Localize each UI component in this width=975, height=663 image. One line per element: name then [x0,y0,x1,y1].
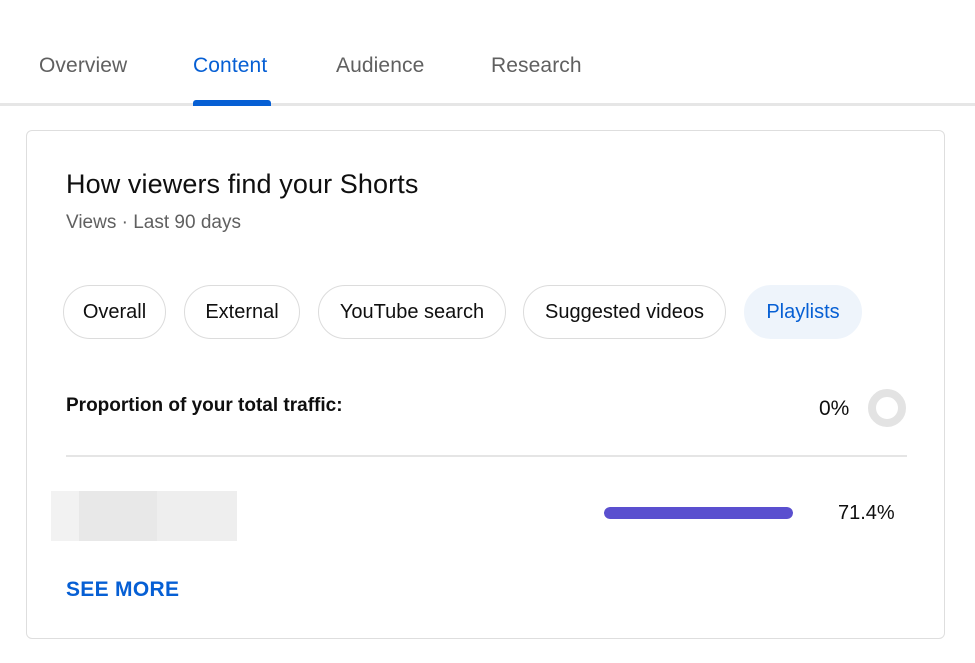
tab-audience[interactable]: Audience [336,54,424,78]
see-more-button[interactable]: SEE MORE [66,578,179,602]
card-title: How viewers find your Shorts [66,169,419,199]
active-tab-indicator [193,100,271,106]
tab-overview[interactable]: Overview [39,54,127,78]
row-bar-fill [604,507,793,519]
proportion-label: Proportion of your total traffic: [66,395,343,416]
row-value: 71.4% [838,502,895,524]
tab-research[interactable]: Research [491,54,582,78]
chip-suggested-videos[interactable]: Suggested videos [523,285,726,339]
playlist-thumbnail-redacted[interactable] [51,491,237,541]
chip-youtube-search[interactable]: YouTube search [318,285,506,339]
chip-external[interactable]: External [184,285,300,339]
tab-content[interactable]: Content [193,54,267,78]
proportion-donut-icon [868,389,906,427]
analytics-page: Overview Content Audience Research How v… [0,0,975,663]
row-bar-track [604,507,793,519]
divider [66,455,907,457]
tab-bar: Overview Content Audience Research [0,0,975,106]
chip-playlists[interactable]: Playlists [744,285,862,339]
chip-overall[interactable]: Overall [63,285,166,339]
traffic-source-card: How viewers find your Shorts Views · Las… [26,130,945,639]
proportion-value: 0% [819,397,850,420]
card-subtitle: Views · Last 90 days [66,212,241,233]
